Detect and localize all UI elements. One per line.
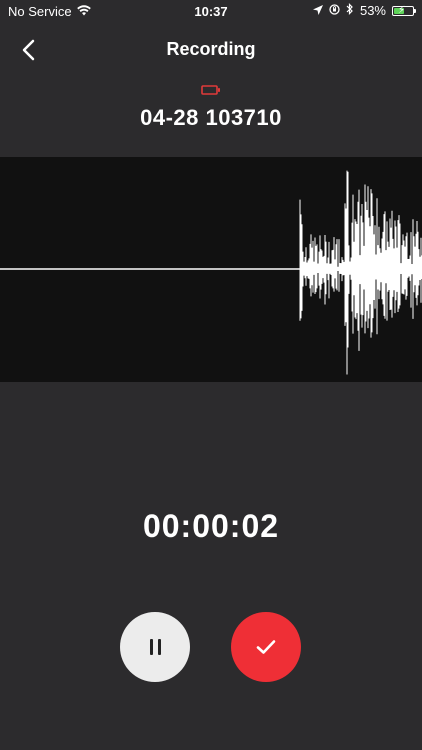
checkmark-icon (256, 640, 276, 654)
battery-low-icon (201, 85, 220, 95)
done-button[interactable] (231, 612, 301, 682)
battery-charging-icon: ⚡ (392, 5, 416, 16)
status-bar: No Service 10:37 53% ⚡ (0, 0, 422, 22)
orientation-lock-icon (329, 3, 340, 18)
page-title: Recording (166, 39, 256, 59)
nav-bar: Recording (0, 30, 422, 70)
recording-file-name: 04-28 103710 (140, 105, 282, 130)
waveform-graph (0, 170, 422, 375)
pause-button[interactable] (120, 612, 190, 682)
battery-percent: 53% (359, 3, 386, 18)
waveform-display (0, 157, 422, 382)
elapsed-timer: 00:00:02 (142, 508, 280, 544)
location-icon (312, 3, 323, 18)
bluetooth-icon (346, 3, 354, 18)
pause-icon (149, 639, 161, 655)
